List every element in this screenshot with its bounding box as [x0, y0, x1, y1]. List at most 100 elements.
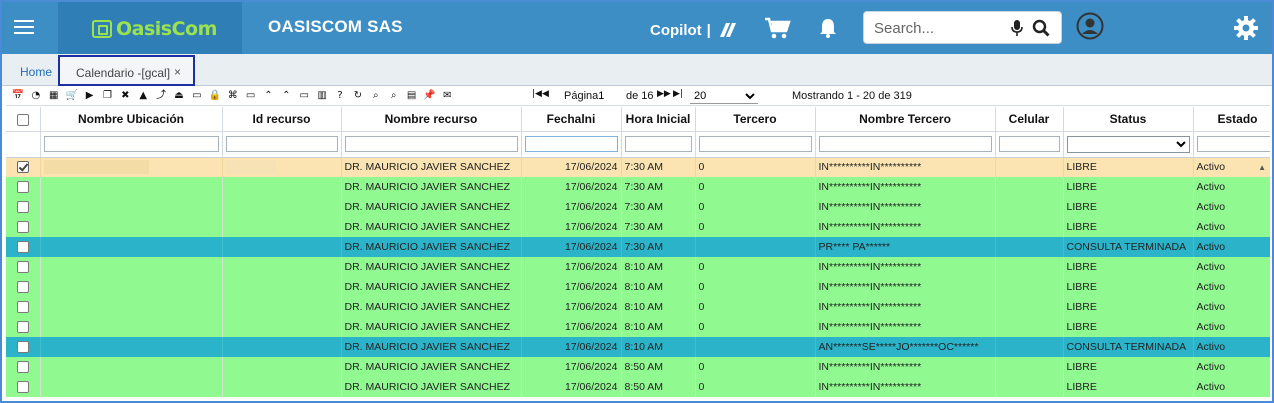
toolbar-tool-icon[interactable]: ⌕ [386, 89, 402, 103]
column-filter-input[interactable] [1196, 136, 1270, 152]
toolbar-tool-icon[interactable]: 📌 [421, 89, 437, 103]
toolbar-tool-icon[interactable]: ? [332, 89, 348, 103]
cell-celular [995, 337, 1064, 357]
toolbar-tool-icon[interactable]: ⌕ [368, 89, 384, 103]
row-checkbox[interactable] [16, 321, 29, 334]
gear-icon[interactable] [1233, 15, 1259, 41]
cell-tercero: 0 [695, 157, 816, 177]
toolbar-tool-icon[interactable]: ▭ [296, 89, 312, 103]
toolbar-tool-icon[interactable]: ▭ [189, 89, 205, 103]
cell-estado: Activo [1193, 257, 1270, 277]
last-page-icon[interactable]: ▶| [673, 89, 683, 99]
column-filter-cell [521, 131, 622, 158]
column-header[interactable]: Nombre Ubicación [40, 107, 223, 132]
search-icon[interactable] [1032, 19, 1050, 37]
column-filter-input[interactable] [524, 136, 618, 152]
column-filter-input[interactable] [43, 136, 219, 152]
toolbar-tool-icon[interactable]: 🛒 [64, 89, 80, 103]
cell-select [6, 277, 41, 297]
column-header[interactable]: Tercero [695, 107, 816, 132]
table-row[interactable]: DR. MAURICIO JAVIER SANCHEZ 17/06/2024 8:1… [6, 297, 1270, 317]
rows-per-page-select[interactable]: 20 [690, 88, 758, 104]
row-checkbox[interactable] [16, 261, 29, 274]
toolbar-tool-icon[interactable]: ❐ [99, 89, 115, 103]
toolbar-tool-icon[interactable]: ✉ [439, 89, 455, 103]
prev-page-icon[interactable]: |◀◀ [532, 89, 549, 99]
toolbar-tool-icon[interactable]: ◔ [28, 89, 44, 103]
column-header[interactable]: Status [1063, 107, 1194, 132]
toolbar-tool-icon[interactable]: ⤴ [153, 89, 169, 103]
table-row[interactable]: DR. MAURICIO JAVIER SANCHEZ 17/06/2024 7:3… [6, 217, 1270, 237]
row-checkbox[interactable] [16, 281, 29, 294]
tab-calendario[interactable]: Calendario -[gcal] × [58, 55, 195, 86]
toolbar-tool-icon[interactable]: ▲ [135, 89, 151, 103]
table-row[interactable]: DR. MAURICIO JAVIER SANCHEZ 17/06/2024 7:3… [6, 157, 1270, 177]
table-row[interactable]: DR. MAURICIO JAVIER SANCHEZ 17/06/2024 8:5… [6, 377, 1270, 397]
row-checkbox[interactable] [16, 201, 29, 214]
search-input[interactable] [874, 18, 1004, 38]
table-row[interactable]: DR. MAURICIO JAVIER SANCHEZ 17/06/2024 8:5… [6, 357, 1270, 377]
toolbar-tool-icon[interactable]: ▭ [243, 89, 259, 103]
cart-icon[interactable] [764, 16, 792, 40]
table-row[interactable]: DR. MAURICIO JAVIER SANCHEZ 17/06/2024 7:3… [6, 197, 1270, 217]
column-filter-input[interactable] [698, 136, 812, 152]
mic-icon[interactable] [1010, 19, 1024, 37]
row-checkbox[interactable] [16, 381, 29, 394]
cell-hora: 7:30 AM [621, 197, 696, 217]
toolbar-tool-icon[interactable]: ▶ [82, 89, 98, 103]
status-filter-select[interactable] [1066, 135, 1190, 153]
column-filter-input[interactable] [624, 136, 692, 152]
column-filter-input[interactable] [998, 136, 1060, 152]
row-checkbox[interactable] [16, 181, 29, 194]
column-header[interactable]: Estado [1193, 107, 1270, 132]
toolbar-tool-icon[interactable]: ▦ [46, 89, 62, 103]
user-avatar-icon[interactable] [1076, 12, 1104, 40]
hamburger-menu-icon[interactable] [14, 16, 34, 38]
row-checkbox[interactable] [16, 221, 29, 234]
cell-nombre-recurso: DR. MAURICIO JAVIER SANCHEZ [341, 277, 522, 297]
column-header[interactable]: Celular [995, 107, 1064, 132]
copilot-button[interactable]: Copilot | [650, 19, 738, 41]
toolbar-tool-icon[interactable]: ⌃ [278, 89, 294, 103]
column-header[interactable]: Nombre Tercero [815, 107, 996, 132]
scroll-up-icon[interactable]: ▲ [1258, 163, 1266, 172]
toolbar-tool-icon[interactable]: ⏏ [171, 89, 187, 103]
toolbar-tool-icon[interactable]: 📅 [10, 89, 26, 103]
column-header[interactable]: Id recurso [222, 107, 342, 132]
tab-close-icon[interactable]: × [174, 65, 181, 79]
toolbar-tool-icon[interactable]: ⌘ [225, 89, 241, 103]
toolbar-tool-icon[interactable]: ↻ [350, 89, 366, 103]
table-row[interactable]: DR. MAURICIO JAVIER SANCHEZ 17/06/2024 7:3… [6, 237, 1270, 257]
next-page-icon[interactable]: ▶▶ [657, 89, 671, 99]
select-all-checkbox[interactable] [16, 113, 29, 126]
column-filter-cell [995, 131, 1064, 158]
table-row[interactable]: DR. MAURICIO JAVIER SANCHEZ 17/06/2024 8:1… [6, 257, 1270, 277]
column-header[interactable]: Fechalni [521, 107, 622, 132]
toolbar-tool-icon[interactable]: 🔒 [207, 89, 223, 103]
row-checkbox[interactable] [16, 361, 29, 374]
table-row[interactable]: DR. MAURICIO JAVIER SANCHEZ 17/06/2024 8:1… [6, 277, 1270, 297]
bell-icon[interactable] [818, 17, 838, 39]
cell-fecha: 17/06/2024 [521, 157, 622, 177]
column-header[interactable]: Nombre recurso [341, 107, 522, 132]
row-checkbox[interactable] [16, 301, 29, 314]
toolbar-tool-icon[interactable]: ✖ [117, 89, 133, 103]
cell-tercero: 0 [695, 257, 816, 277]
toolbar-tool-icon[interactable]: ▥ [314, 89, 330, 103]
row-checkbox[interactable] [16, 161, 29, 174]
column-filter-input[interactable] [818, 136, 992, 152]
tab-home[interactable]: Home [20, 65, 52, 79]
column-filter-input[interactable] [344, 136, 518, 152]
toolbar-tool-icon[interactable]: ⌃ [260, 89, 276, 103]
column-filter-cell [1063, 131, 1194, 158]
oasiscom-logo[interactable]: OasisCom [92, 18, 217, 40]
row-checkbox[interactable] [16, 241, 29, 254]
table-row[interactable]: DR. MAURICIO JAVIER SANCHEZ 17/06/2024 7:3… [6, 177, 1270, 197]
table-row[interactable]: DR. MAURICIO JAVIER SANCHEZ 17/06/2024 8:1… [6, 317, 1270, 337]
column-filter-input[interactable] [225, 136, 338, 152]
row-checkbox[interactable] [16, 341, 29, 354]
toolbar-tool-icon[interactable]: ▤ [404, 89, 420, 103]
table-row[interactable]: DR. MAURICIO JAVIER SANCHEZ 17/06/2024 8:1… [6, 337, 1270, 357]
column-header[interactable]: Hora Inicial [621, 107, 696, 132]
cell-id-recurso [222, 257, 342, 277]
